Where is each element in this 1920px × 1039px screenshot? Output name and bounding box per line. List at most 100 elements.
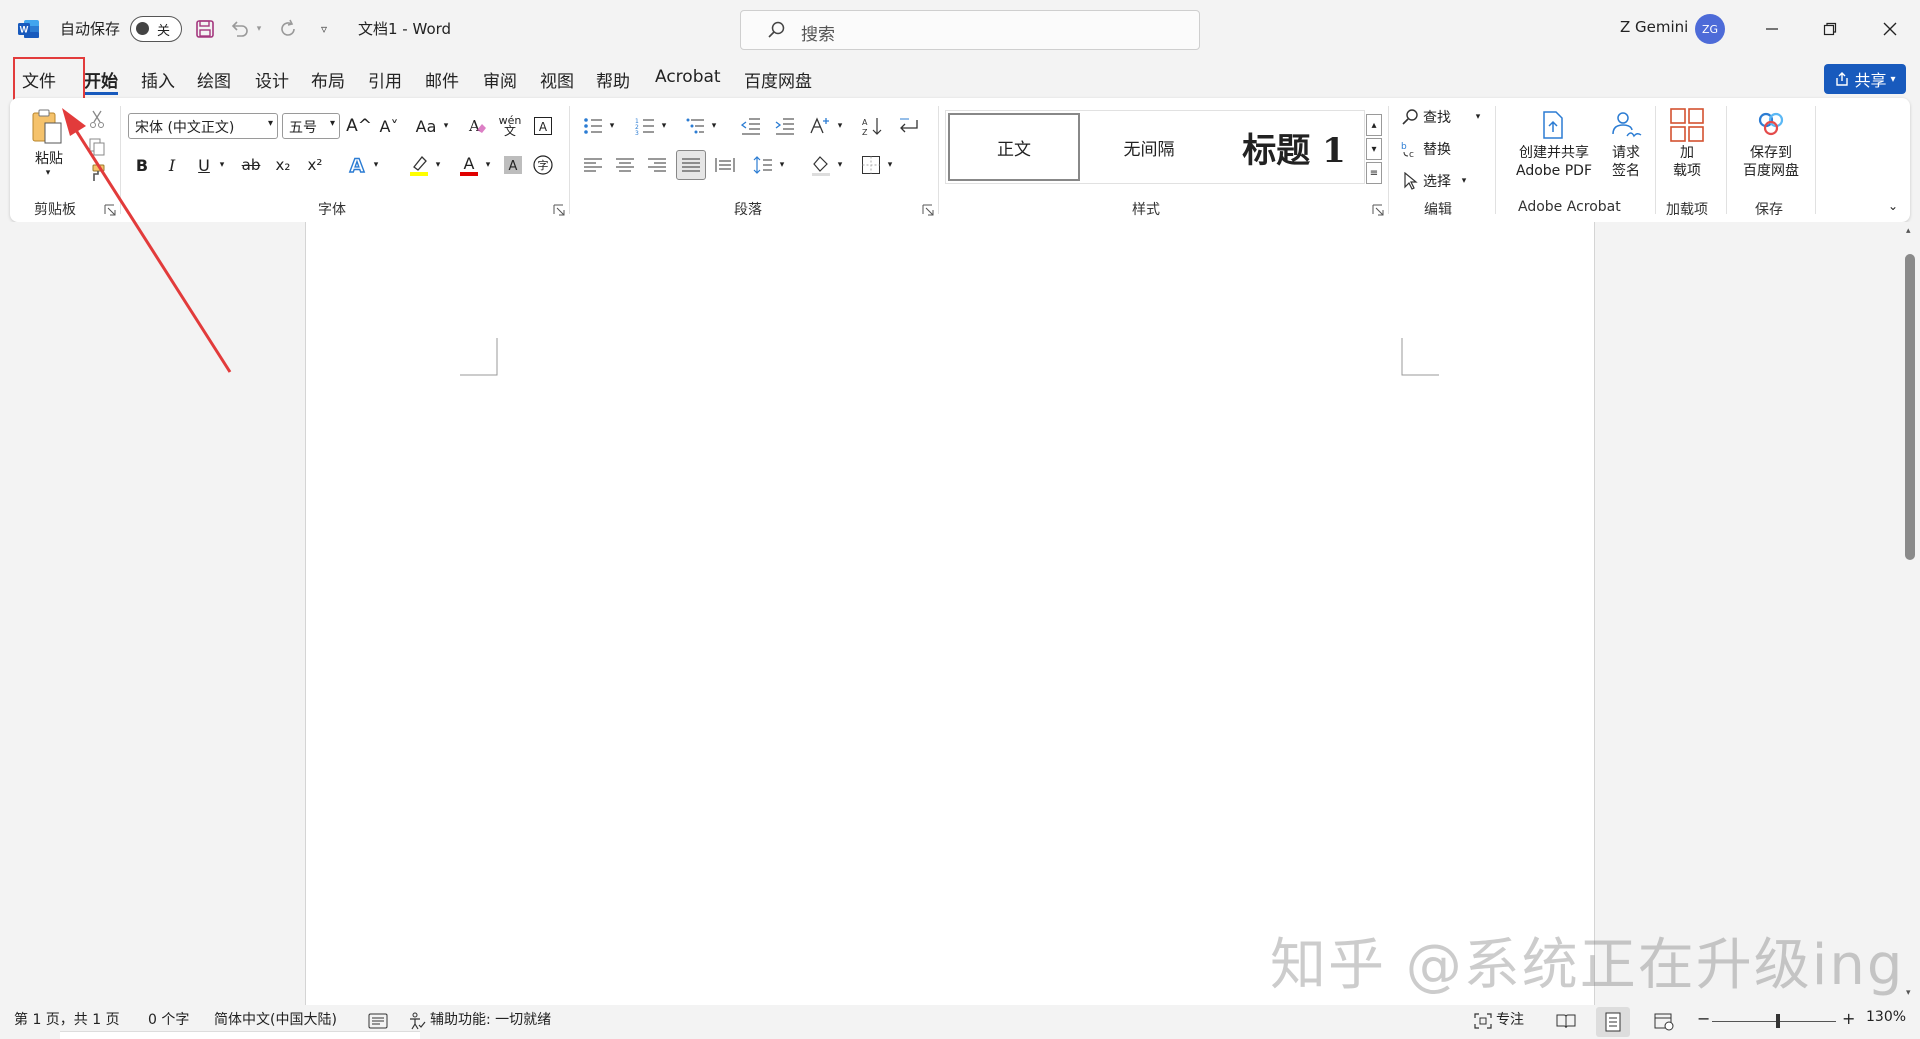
replace-icon[interactable]: bc xyxy=(1400,138,1420,160)
restore-icon[interactable] xyxy=(1815,14,1845,44)
multilevel-caret-icon[interactable]: ▾ xyxy=(708,114,720,138)
tab-insert[interactable]: 插入 xyxy=(141,67,175,92)
tab-mailings[interactable]: 邮件 xyxy=(425,67,459,92)
styles-more-icon[interactable]: ≡ xyxy=(1366,162,1382,184)
focus-mode-label[interactable]: 专注 xyxy=(1496,1009,1524,1029)
share-button[interactable]: 共享 ▾ xyxy=(1824,64,1906,94)
grow-font-button[interactable]: A^ xyxy=(346,114,372,138)
page-count[interactable]: 第 1 页，共 1 页 xyxy=(14,1009,120,1029)
find-icon[interactable] xyxy=(1400,106,1420,128)
request-signature-icon[interactable] xyxy=(1608,108,1644,142)
multilevel-list-icon[interactable] xyxy=(682,114,708,138)
numbering-caret-icon[interactable]: ▾ xyxy=(658,114,670,138)
character-shading-icon[interactable]: A xyxy=(500,152,526,178)
undo-dropdown-icon[interactable]: ▾ xyxy=(252,17,266,41)
zoom-level[interactable]: 130% xyxy=(1866,1009,1906,1025)
italic-button[interactable]: I xyxy=(160,152,184,178)
create-pdf-label[interactable]: 创建并共享 Adobe PDF xyxy=(1505,144,1603,180)
vertical-scrollbar[interactable]: ▴ ▾ xyxy=(1900,222,1920,1005)
find-label[interactable]: 查找 xyxy=(1423,106,1451,128)
accessibility-status[interactable]: 辅助功能: 一切就绪 xyxy=(430,1009,551,1029)
change-case-button[interactable]: Aa xyxy=(411,114,441,138)
replace-label[interactable]: 替换 xyxy=(1423,138,1451,160)
underline-caret-icon[interactable]: ▾ xyxy=(216,152,228,178)
styles-scroll-down-icon[interactable]: ▾ xyxy=(1366,138,1382,160)
clear-formatting-icon[interactable]: A xyxy=(464,114,490,138)
show-formatting-marks-icon[interactable] xyxy=(894,114,922,138)
format-painter-icon[interactable] xyxy=(86,162,108,184)
add-ins-label[interactable]: 加载项 xyxy=(1665,144,1709,180)
font-color-icon[interactable]: A xyxy=(456,152,482,178)
tab-review[interactable]: 审阅 xyxy=(483,67,517,92)
tab-view[interactable]: 视图 xyxy=(540,67,574,92)
zoom-out-icon[interactable]: − xyxy=(1697,1009,1710,1028)
tab-acrobat[interactable]: Acrobat xyxy=(655,67,721,87)
find-caret-icon[interactable]: ▾ xyxy=(1472,106,1484,128)
avatar[interactable]: ZG xyxy=(1695,14,1725,44)
clipboard-launcher-icon[interactable] xyxy=(104,202,116,216)
subscript-button[interactable]: x₂ xyxy=(270,152,296,178)
sort-icon[interactable]: AZ xyxy=(858,114,886,138)
tab-home[interactable]: 开始 xyxy=(84,67,118,92)
language-indicator[interactable]: 简体中文(中国大陆) xyxy=(214,1009,337,1029)
select-pointer-icon[interactable] xyxy=(1400,170,1420,192)
bullets-caret-icon[interactable]: ▾ xyxy=(606,114,618,138)
style-heading-1[interactable]: 标题 1 xyxy=(1226,111,1362,183)
text-predictions-icon[interactable] xyxy=(368,1013,388,1033)
read-mode-icon[interactable] xyxy=(1556,1013,1576,1033)
align-right-icon[interactable] xyxy=(644,152,670,178)
superscript-button[interactable]: x² xyxy=(302,152,328,178)
paragraph-launcher-icon[interactable] xyxy=(922,202,934,216)
tab-layout[interactable]: 布局 xyxy=(311,67,345,92)
cut-icon[interactable] xyxy=(86,108,108,130)
styles-scroll-up-icon[interactable]: ▴ xyxy=(1366,114,1382,136)
highlight-caret-icon[interactable]: ▾ xyxy=(432,152,444,178)
text-effects-icon[interactable]: A xyxy=(344,152,370,178)
minimize-icon[interactable] xyxy=(1757,14,1787,44)
tab-design[interactable]: 设计 xyxy=(255,67,289,92)
copy-icon[interactable] xyxy=(86,136,108,158)
paste-icon[interactable] xyxy=(30,106,64,148)
styles-launcher-icon[interactable] xyxy=(1372,202,1384,216)
customize-toolbar-icon[interactable]: ▿ xyxy=(312,17,336,41)
tab-baidu-netdisk[interactable]: 百度网盘 xyxy=(744,67,812,92)
font-color-caret-icon[interactable]: ▾ xyxy=(482,152,494,178)
line-spacing-caret-icon[interactable]: ▾ xyxy=(776,152,788,178)
zoom-in-icon[interactable]: + xyxy=(1842,1009,1855,1028)
underline-button[interactable]: U xyxy=(192,152,216,178)
select-label[interactable]: 选择 xyxy=(1423,170,1451,192)
redo-icon[interactable] xyxy=(276,17,300,41)
paste-caret-icon[interactable]: ▾ xyxy=(40,168,56,178)
tab-draw[interactable]: 绘图 xyxy=(197,67,231,92)
zoom-slider[interactable] xyxy=(1712,1021,1836,1022)
justify-icon[interactable] xyxy=(676,150,706,180)
chinese-layout-icon[interactable] xyxy=(806,114,834,138)
shrink-font-button[interactable]: A˅ xyxy=(376,114,402,138)
shading-caret-icon[interactable]: ▾ xyxy=(834,152,846,178)
align-left-icon[interactable] xyxy=(580,152,606,178)
focus-mode-icon[interactable] xyxy=(1474,1013,1492,1033)
user-name[interactable]: Z Gemini xyxy=(1620,18,1688,36)
decrease-indent-icon[interactable] xyxy=(738,114,764,138)
word-count[interactable]: 0 个字 xyxy=(148,1009,189,1029)
search-box[interactable]: 搜索 xyxy=(740,10,1200,50)
scroll-up-icon[interactable]: ▴ xyxy=(1906,226,1911,236)
style-no-spacing[interactable]: 无间隔 xyxy=(1084,111,1214,183)
enclose-characters-icon[interactable]: 字 xyxy=(530,152,556,178)
tab-references[interactable]: 引用 xyxy=(368,67,402,92)
bold-button[interactable]: B xyxy=(130,152,154,178)
close-icon[interactable] xyxy=(1875,14,1905,44)
save-icon[interactable] xyxy=(193,17,217,41)
print-layout-icon[interactable] xyxy=(1596,1007,1630,1037)
baidu-netdisk-icon[interactable] xyxy=(1754,108,1788,140)
borders-icon[interactable] xyxy=(858,152,884,178)
strikethrough-button[interactable]: ab xyxy=(238,152,264,178)
save-to-baidu-label[interactable]: 保存到 百度网盘 xyxy=(1730,144,1812,180)
style-normal[interactable]: 正文 xyxy=(948,113,1080,181)
line-spacing-icon[interactable] xyxy=(750,152,776,178)
shading-icon[interactable] xyxy=(808,152,834,178)
distributed-icon[interactable] xyxy=(712,152,738,178)
font-size-dropdown[interactable]: 五号 ▾ xyxy=(282,113,340,139)
font-launcher-icon[interactable] xyxy=(553,202,565,216)
tab-help[interactable]: 帮助 xyxy=(596,67,630,92)
